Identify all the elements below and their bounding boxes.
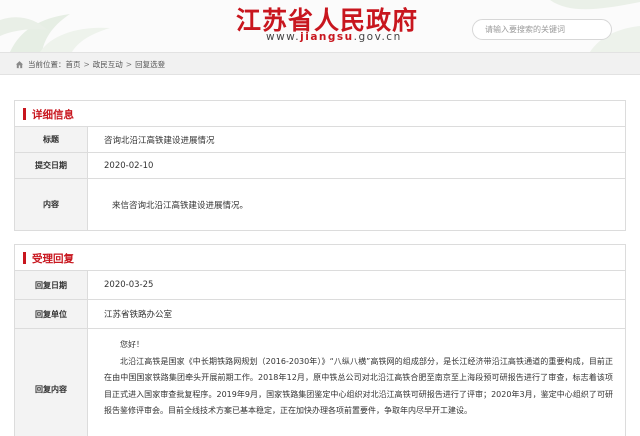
row-value: 来信咨询北沿江高铁建设进展情况。 — [112, 200, 249, 211]
reply-row-unit: 回复单位 江苏省铁路办公室 — [15, 300, 625, 329]
breadcrumb-item-interaction[interactable]: 政民互动 — [93, 59, 123, 70]
site-url: www.jiangsu.gov.cn — [266, 31, 402, 43]
detail-row-content: 内容 来信咨询北沿江高铁建设进展情况。 — [15, 179, 625, 230]
reply-content: 您好！ 北沿江高铁是国家《中长期铁路网规划（2016-2030年）》“八纵八横”… — [104, 337, 613, 420]
row-value: 咨询北沿江高铁建设进展情况 — [104, 135, 215, 146]
breadcrumb-separator: > — [83, 60, 90, 69]
section-marker — [23, 108, 26, 120]
reply-row-content: 回复内容 您好！ 北沿江高铁是国家《中长期铁路网规划（2016-2030年）》“… — [15, 329, 625, 436]
detail-section-title: 详细信息 — [32, 109, 74, 121]
row-value: 江苏省铁路办公室 — [104, 310, 173, 320]
section-marker — [23, 252, 26, 264]
reply-row-date: 回复日期 2020-03-25 — [15, 271, 625, 300]
breadcrumb-separator: > — [125, 60, 133, 69]
reply-greeting: 您好！ — [120, 340, 144, 349]
reply-section-title: 受理回复 — [32, 253, 74, 265]
detail-panel-header: 详细信息 — [15, 101, 625, 127]
breadcrumb: 当前位置： 首页 > 政民互动 > 回复选登 — [15, 59, 165, 70]
home-icon — [15, 61, 24, 69]
url-prefix: www. — [266, 31, 301, 43]
row-value: 2020-03-25 — [104, 280, 154, 290]
row-label: 内容 — [15, 179, 88, 230]
lotus-decoration-left — [0, 14, 110, 52]
row-label: 回复内容 — [15, 329, 88, 436]
detail-row-title: 标题 咨询北沿江高铁建设进展情况 — [15, 127, 625, 153]
breadcrumb-lead: 当前位置： — [28, 60, 66, 69]
url-suffix: .gov.cn — [353, 31, 402, 43]
reply-body: 北沿江高铁是国家《中长期铁路网规划（2016-2030年）》“八纵八横”高铁网的… — [104, 356, 613, 416]
breadcrumb-item-home[interactable]: 首页 — [66, 59, 81, 70]
search-input[interactable]: 请输入要搜索的关键词 — [472, 19, 612, 40]
row-value: 2020-02-10 — [104, 160, 154, 171]
row-label: 回复日期 — [15, 271, 88, 299]
url-brand: jiangsu — [300, 31, 354, 43]
detail-panel: 详细信息 标题 咨询北沿江高铁建设进展情况 提交日期 2020-02-10 内容… — [14, 100, 626, 231]
breadcrumb-bar: 当前位置： 首页 > 政民互动 > 回复选登 — [0, 52, 640, 75]
row-label: 提交日期 — [15, 153, 88, 178]
site-header: 江苏省人民政府 www.jiangsu.gov.cn 请输入要搜索的关键词 — [0, 0, 640, 52]
detail-row-date: 提交日期 2020-02-10 — [15, 153, 625, 179]
reply-panel-header: 受理回复 — [15, 245, 625, 271]
reply-panel: 受理回复 回复日期 2020-03-25 回复单位 江苏省铁路办公室 回复内容 … — [14, 244, 626, 436]
row-label: 回复单位 — [15, 300, 88, 328]
row-label: 标题 — [15, 127, 88, 152]
breadcrumb-item-replies[interactable]: 回复选登 — [135, 59, 165, 70]
